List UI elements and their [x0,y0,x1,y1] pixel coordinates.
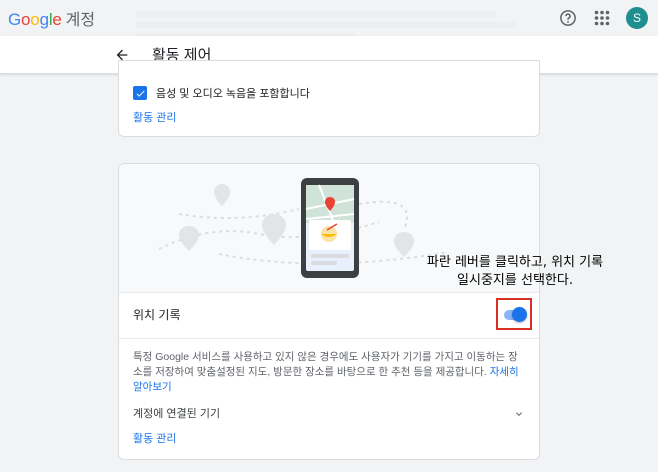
google-account-logo[interactable]: Google 계정 [8,6,95,30]
location-history-toggle[interactable] [512,307,527,322]
google-wordmark: Google [8,10,62,29]
linked-devices-row[interactable]: 계정에 연결된 기기 [133,405,525,421]
manage-location-activity-link[interactable]: 활동 관리 [133,430,177,446]
location-history-title: 위치 기록 [133,308,181,322]
help-icon[interactable] [558,8,578,28]
linked-devices-label: 계정에 연결된 기기 [133,408,221,420]
audio-activity-card: 음성 및 오디오 녹음을 포함합니다 활동 관리 [118,60,540,137]
location-history-card: 위치 기록 특정 Google 서비스를 사용하고 있지 않은 경우에도 사용자… [118,163,540,460]
location-history-description: 특정 Google 서비스를 사용하고 있지 않은 경우에도 사용자가 기기를 … [133,350,525,395]
audio-recording-label: 음성 및 오디오 녹음을 포함합니다 [156,88,310,100]
annotation-line-2: 일시중지를 선택한다. [457,273,573,288]
illustration-divider [119,292,539,293]
annotation-line-1: 파란 레버를 클릭하고, 위치 기록 [426,255,604,270]
toggle-highlight-box [496,298,532,330]
section-divider [119,338,539,339]
product-name: 계정 [65,12,96,29]
audio-recording-checkbox-row[interactable]: 음성 및 오디오 녹음을 포함합니다 [133,85,310,101]
audio-recording-checkbox[interactable] [133,86,147,100]
apps-grid-icon[interactable] [592,8,612,28]
instruction-annotation: 파란 레버를 클릭하고, 위치 기록 일시중지를 선택한다. [400,254,630,290]
chevron-down-icon[interactable] [513,407,525,419]
avatar[interactable]: S [626,7,648,29]
description-text: 특정 Google 서비스를 사용하고 있지 않은 경우에도 사용자가 기기를 … [133,351,518,378]
manage-activity-link[interactable]: 활동 관리 [133,109,177,125]
